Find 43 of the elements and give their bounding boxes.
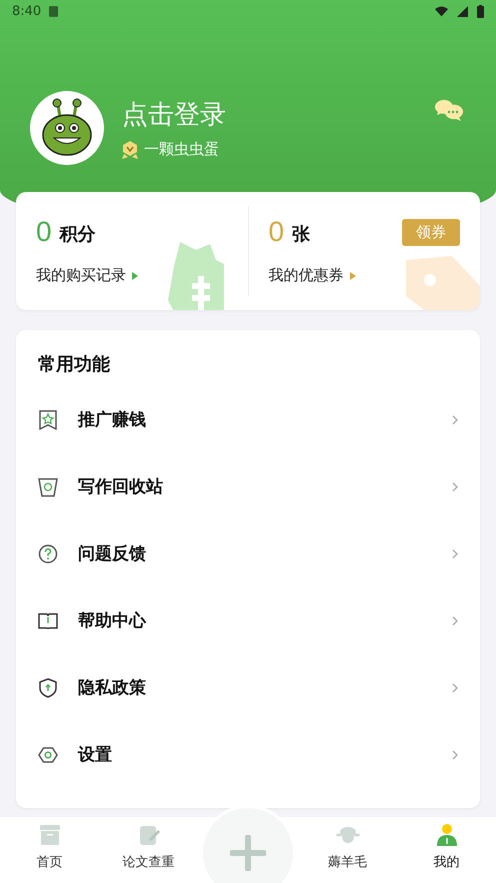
record-link[interactable]: 我的优惠券 <box>268 266 344 285</box>
bookmark-star-icon <box>38 410 58 430</box>
count-value: 0 <box>268 216 284 248</box>
chevron-icon <box>452 750 458 760</box>
nav-tab[interactable]: 薅羊毛 <box>298 817 397 883</box>
level-label: 一颗虫虫蛋 <box>144 140 219 159</box>
unit-label: 张 <box>292 223 310 246</box>
menu-item[interactable]: 帮助中心 <box>38 587 458 654</box>
notification-icon <box>49 6 58 16</box>
recycle-bin-icon <box>38 476 58 496</box>
help-icon <box>38 544 58 564</box>
book-icon <box>38 610 58 630</box>
count-value: 0 <box>36 216 52 248</box>
record-link[interactable]: 我的购买记录 <box>36 266 126 285</box>
triangle-icon <box>350 272 356 280</box>
menu-item[interactable]: 隐私政策 <box>38 654 458 721</box>
wifi-icon <box>435 6 448 16</box>
plus-icon <box>230 835 266 871</box>
battery-icon <box>477 4 484 18</box>
chat-icon[interactable] <box>434 98 464 122</box>
triangle-icon <box>132 272 138 280</box>
box-icon <box>38 823 62 847</box>
chevron-icon <box>452 548 458 558</box>
menu-item[interactable]: 问题反馈 <box>38 520 458 587</box>
signal-icon <box>456 6 469 16</box>
medal-icon <box>122 140 138 158</box>
nav-tab[interactable]: 我的 <box>397 817 496 883</box>
shield-icon <box>38 678 58 698</box>
nav-tab[interactable]: 首页 <box>0 817 99 883</box>
settings-icon <box>38 744 58 764</box>
menu-item[interactable]: 推广赚钱 <box>38 386 458 453</box>
section-title: 常用功能 <box>38 353 111 376</box>
unit-label: 积分 <box>60 223 96 246</box>
nav-tab[interactable]: 论文查重 <box>99 817 198 883</box>
chevron-icon <box>452 682 458 692</box>
chevron-icon <box>452 616 458 626</box>
menu-item[interactable]: 写作回收站 <box>38 453 458 520</box>
chevron-icon <box>452 482 458 492</box>
menu-item[interactable]: 设置 <box>38 721 458 788</box>
status-time: 8:40 <box>12 4 42 18</box>
person-icon <box>434 823 458 847</box>
chevron-icon <box>452 414 458 424</box>
avatar-drawing[interactable] <box>30 91 104 165</box>
